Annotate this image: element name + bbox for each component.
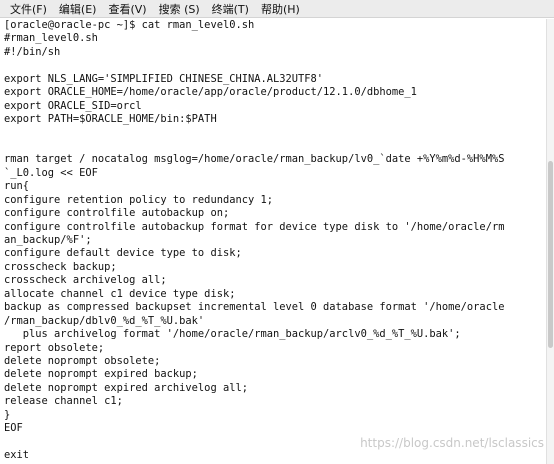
vertical-scrollbar[interactable] <box>546 19 554 464</box>
terminal-line: backup as compressed backupset increment… <box>4 301 505 314</box>
terminal-line: report obsolete; <box>4 341 105 354</box>
menu-terminal[interactable]: 终端(T) <box>208 1 257 17</box>
terminal-line: delete noprompt obsolete; <box>4 354 161 367</box>
terminal-line: #!/bin/sh <box>4 45 61 58</box>
terminal-line: `_L0.log << EOF <box>4 166 98 179</box>
terminal-line: an_backup/%F'; <box>4 234 92 246</box>
terminal-line: run{ <box>4 180 30 193</box>
menu-help[interactable]: 帮助(H) <box>257 1 308 17</box>
terminal-line: configure default device type to disk; <box>4 247 242 260</box>
scrollbar-thumb[interactable] <box>548 161 553 348</box>
terminal-line: } <box>4 408 11 421</box>
menu-file[interactable]: 文件(F) <box>6 1 55 17</box>
terminal-line: delete noprompt expired backup; <box>4 368 198 381</box>
terminal-line: EOF <box>4 422 23 435</box>
terminal-line: export ORACLE_SID=orcl <box>4 99 142 112</box>
terminal-line: /rman_backup/dblv0_%d_%T_%U.bak' <box>4 314 205 327</box>
terminal-line: delete noprompt expired archivelog all; <box>4 381 248 394</box>
terminal-line: [oracle@oracle-pc ~]$ cat rman_level0.sh <box>4 19 255 31</box>
terminal-line: export NLS_LANG='SIMPLIFIED CHINESE_CHIN… <box>4 72 324 85</box>
menu-edit[interactable]: 编辑(E) <box>55 1 105 17</box>
terminal-line: release channel c1; <box>4 395 123 408</box>
terminal-output[interactable]: [oracle@oracle-pc ~]$ cat rman_level0.sh… <box>0 19 546 464</box>
terminal-line: export PATH=$ORACLE_HOME/bin:$PATH <box>4 113 217 126</box>
watermark: https://blog.csdn.net/lsclassics <box>360 436 544 450</box>
terminal-line: #rman_level0.sh <box>4 32 98 45</box>
terminal-line: configure controlfile autobackup on; <box>4 207 230 220</box>
menu-view[interactable]: 查看(V) <box>104 1 154 17</box>
terminal-line: allocate channel c1 device type disk; <box>4 287 236 300</box>
terminal-line: exit <box>4 449 30 461</box>
terminal-line: crosscheck backup; <box>4 260 117 273</box>
terminal-window: 文件(F) 编辑(E) 查看(V) 搜索 (S) 终端(T) 帮助(H) [or… <box>0 0 554 464</box>
menu-search[interactable]: 搜索 (S) <box>155 1 208 17</box>
terminal-line: plus archivelog format '/home/oracle/rma… <box>4 328 461 341</box>
terminal-line: rman target / nocatalog msglog=/home/ora… <box>4 153 505 166</box>
terminal-line: configure controlfile autobackup format … <box>4 220 505 233</box>
terminal-line: crosscheck archivelog all; <box>4 274 167 287</box>
menu-bar: 文件(F) 编辑(E) 查看(V) 搜索 (S) 终端(T) 帮助(H) <box>0 0 554 18</box>
terminal-line: export ORACLE_HOME=/home/oracle/app/orac… <box>4 86 417 99</box>
terminal-line: configure retention policy to redundancy… <box>4 193 273 206</box>
